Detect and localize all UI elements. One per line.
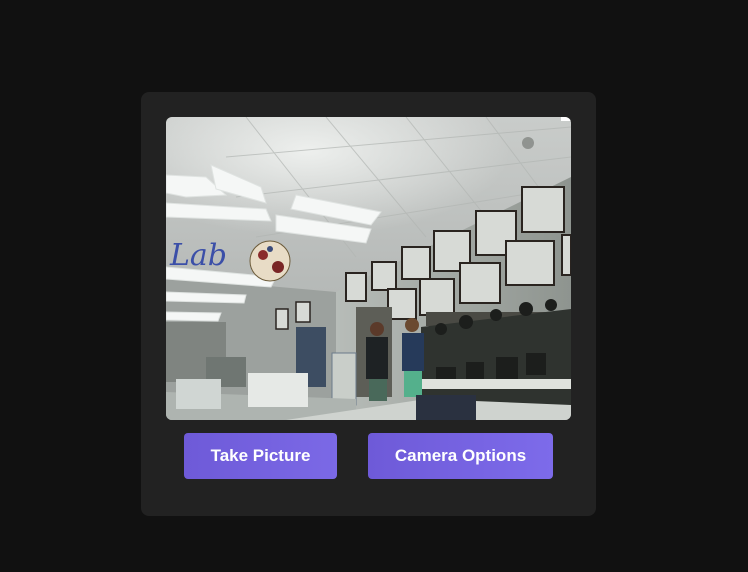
camera-feed-image: Lab xyxy=(166,117,571,420)
camera-options-button[interactable]: Camera Options xyxy=(368,433,553,479)
wall-sign-text: Lab xyxy=(169,238,227,273)
camera-card: Lab Take Picture Camera Options xyxy=(141,92,596,516)
take-picture-button[interactable]: Take Picture xyxy=(184,433,337,479)
camera-preview: Lab xyxy=(166,117,571,420)
